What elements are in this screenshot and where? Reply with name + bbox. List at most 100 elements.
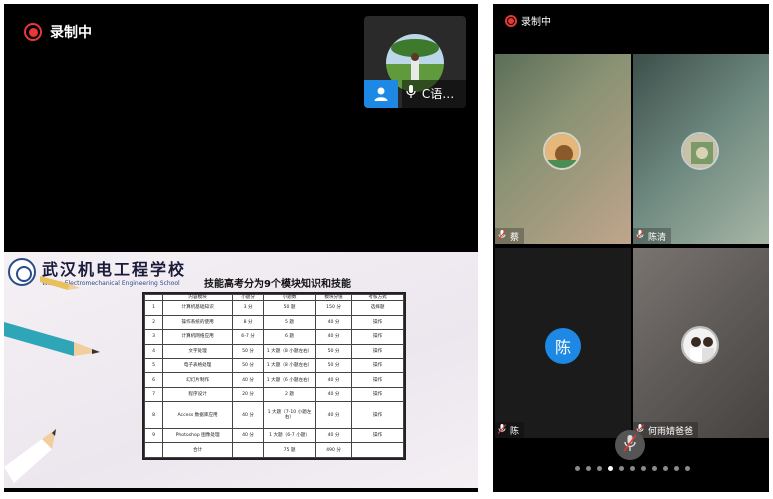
table-cell: 计算机网络应用 bbox=[162, 328, 234, 345]
table-cell: 3 分 bbox=[232, 300, 265, 316]
table-cell: 1 大题（7-10 小题左右） bbox=[263, 401, 316, 429]
page-dot[interactable] bbox=[652, 466, 657, 471]
page-dot[interactable] bbox=[674, 466, 679, 471]
page-dot[interactable] bbox=[586, 466, 591, 471]
table-cell: 6 题 bbox=[263, 328, 316, 345]
page-dot[interactable] bbox=[608, 466, 613, 471]
mic-muted-icon bbox=[635, 229, 645, 243]
slide-title: 技能高考分为9个模块知识和技能 bbox=[204, 279, 351, 290]
table-cell: 40 分 bbox=[314, 314, 353, 331]
recording-indicator: 录制中 bbox=[24, 22, 92, 42]
table-cell: Photoshop 图像处理 bbox=[162, 427, 234, 444]
recording-label: 录制中 bbox=[50, 25, 92, 41]
main-video-panel[interactable]: 录制中 C语… 武汉机电工程学校 Wuhan Electromechanical… bbox=[4, 4, 478, 492]
table-cell bbox=[232, 442, 265, 458]
participant-name: 陈清 bbox=[648, 232, 667, 243]
table-cell: 1 大题（6 小题左右） bbox=[263, 372, 316, 388]
table-cell: 2 bbox=[143, 314, 164, 331]
participant-initial-avatar: 陈 bbox=[545, 328, 581, 364]
participant-tile[interactable]: 陈清 bbox=[633, 54, 769, 244]
table-cell: 1 bbox=[143, 300, 164, 316]
page-indicator[interactable] bbox=[575, 466, 696, 471]
table-cell: 操作 bbox=[351, 372, 404, 388]
mic-muted-icon bbox=[623, 434, 637, 456]
table-row: 2 操作系统的使用 8 分5 题 40 分操作 bbox=[143, 314, 404, 331]
page-dot[interactable] bbox=[630, 466, 635, 471]
table-cell: 6-7 分 bbox=[232, 328, 265, 345]
table-cell bbox=[143, 442, 164, 458]
mute-button[interactable] bbox=[615, 430, 645, 460]
table-cell: 40 分 bbox=[314, 401, 353, 429]
table-cell: Access 数据库应用 bbox=[162, 401, 234, 429]
school-logo bbox=[8, 257, 36, 286]
table-cell: 3 bbox=[143, 328, 164, 345]
record-icon bbox=[505, 14, 517, 27]
table-cell: 40 分 bbox=[232, 372, 265, 388]
participant-name: 陈 bbox=[510, 426, 520, 437]
table-cell: 75 题 bbox=[263, 442, 316, 458]
mic-muted-icon bbox=[497, 229, 507, 243]
table-cell: 8 分 bbox=[232, 314, 265, 331]
table-cell: 1 大题（8 小题左右） bbox=[263, 357, 316, 374]
table-cell: 操作 bbox=[351, 328, 404, 345]
table-cell: 1 大题（6-7 小题） bbox=[263, 427, 316, 444]
table-cell: 2 题 bbox=[263, 386, 316, 403]
pencil-decoration-blue bbox=[4, 322, 100, 356]
participant-tile[interactable]: 何雨婧爸爸 bbox=[633, 248, 769, 438]
table-cell: 计算机基础知识 bbox=[162, 300, 234, 316]
table-cell: 490 分 bbox=[314, 442, 353, 458]
pencil-decoration-top bbox=[40, 276, 80, 290]
table-cell: 1 大题（8 小题左右） bbox=[263, 343, 316, 360]
participant-tile[interactable]: 陈 陈 bbox=[495, 248, 631, 438]
table-cell: 40 分 bbox=[314, 372, 353, 388]
page-dot[interactable] bbox=[619, 466, 624, 471]
table-row: 6 幻灯片制作 40 分1 大题（6 小题左右） 40 分操作 bbox=[143, 372, 404, 388]
thumbnail-name: C语… bbox=[421, 87, 455, 101]
mic-muted-icon bbox=[497, 423, 507, 437]
table-row: 8 Access 数据库应用 40 分1 大题（7-10 小题左右） 40 分操作 bbox=[143, 401, 404, 429]
participant-avatar bbox=[681, 326, 719, 364]
page-dot[interactable] bbox=[597, 466, 602, 471]
record-icon bbox=[24, 23, 42, 41]
module-score-table: 内容模块 小题分 小题数 模块分值 考核方式 1 计算机基础知识 3 分 50 题 15… bbox=[142, 292, 406, 460]
table-cell: 电子表格处理 bbox=[162, 357, 234, 374]
participant-name: 蔡 bbox=[510, 232, 520, 243]
table-cell: 150 分 bbox=[314, 300, 353, 316]
table-cell: 40 分 bbox=[314, 386, 353, 403]
screen: 录制中 C语… 武汉机电工程学校 Wuhan Electromechanical… bbox=[0, 0, 773, 499]
participant-avatar bbox=[543, 132, 581, 170]
table-cell bbox=[351, 442, 404, 458]
table-cell: 程序设计 bbox=[162, 386, 234, 403]
recording-indicator: 录制中 bbox=[505, 13, 551, 28]
mic-icon[interactable] bbox=[406, 81, 416, 109]
table-cell: 7 bbox=[143, 386, 164, 403]
person-icon[interactable] bbox=[364, 80, 398, 108]
table-cell: 50 分 bbox=[232, 343, 265, 360]
table-row: 7 程序设计 20 分2 题 40 分操作 bbox=[143, 386, 404, 403]
table-row: 3 计算机网络应用 6-7 分6 题 40 分操作 bbox=[143, 328, 404, 345]
page-dot[interactable] bbox=[641, 466, 646, 471]
table-total-row: 合计 75 题 490 分 bbox=[143, 442, 404, 458]
table-cell: 50 分 bbox=[314, 357, 353, 374]
gallery-panel: 录制中 蔡 陈清 陈 陈 何雨婧爸爸 bbox=[493, 4, 769, 492]
table-cell: 5 题 bbox=[263, 314, 316, 331]
table-row: 9 Photoshop 图像处理 40 分1 大题（6-7 小题） 40 分操作 bbox=[143, 427, 404, 444]
table-cell: 操作 bbox=[351, 343, 404, 360]
participant-avatar bbox=[681, 132, 719, 170]
participant-tile[interactable]: 蔡 bbox=[495, 54, 631, 244]
table-cell: 40 分 bbox=[314, 427, 353, 444]
self-video-thumbnail[interactable]: C语… bbox=[364, 16, 466, 108]
pencil-decoration-white bbox=[4, 429, 56, 483]
page-dot[interactable] bbox=[685, 466, 690, 471]
table-cell: 40 分 bbox=[232, 427, 265, 444]
table-cell: 50 题 bbox=[263, 300, 316, 316]
table-cell: 40 分 bbox=[314, 328, 353, 345]
table-cell: 4 bbox=[143, 343, 164, 360]
table-cell: 6 bbox=[143, 372, 164, 388]
page-dot[interactable] bbox=[575, 466, 580, 471]
table-row: 4 文字处理 50 分1 大题（8 小题左右） 50 分操作 bbox=[143, 343, 404, 360]
table-cell: 8 bbox=[143, 401, 164, 429]
school-header: 武汉机电工程学校 Wuhan Electromechanical Enginee… bbox=[8, 256, 186, 287]
page-dot[interactable] bbox=[663, 466, 668, 471]
table-cell: 20 分 bbox=[232, 386, 265, 403]
